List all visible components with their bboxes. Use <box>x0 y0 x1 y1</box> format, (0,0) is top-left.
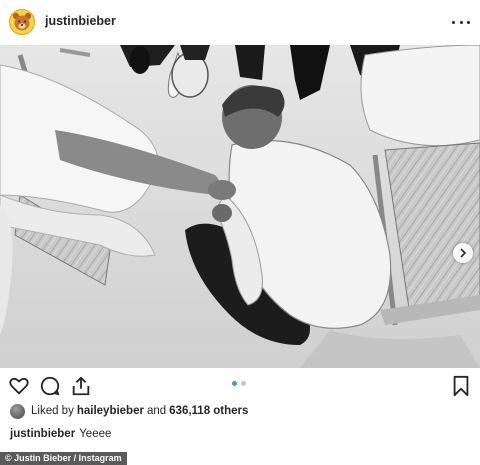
likes-count[interactable]: 636,118 others <box>169 405 248 417</box>
post-photo[interactable] <box>0 45 480 368</box>
caption-text: Yeeee <box>79 428 112 440</box>
heart-icon[interactable] <box>8 375 30 397</box>
likes-connector: and <box>146 405 167 417</box>
likes-line: Liked by haileybieber and 636,118 others <box>10 402 251 420</box>
profile-avatar[interactable] <box>9 9 35 35</box>
post-username[interactable]: justinbieber <box>45 14 116 28</box>
post-caption: justinbieber Yeeee <box>10 428 111 440</box>
chevron-right-icon <box>460 248 467 258</box>
likes-prefix: Liked by <box>31 405 74 417</box>
comment-icon[interactable] <box>39 375 61 397</box>
share-icon[interactable] <box>70 375 92 397</box>
carousel-indicator <box>232 381 246 386</box>
carousel-dot <box>241 381 246 386</box>
liker-username[interactable]: haileybieber <box>77 405 144 417</box>
more-options-icon[interactable] <box>452 12 470 32</box>
action-bar <box>0 370 480 400</box>
photo-illustration <box>0 45 480 368</box>
photo-credit: © Justin Bieber / Instagram <box>0 452 127 465</box>
liker-avatar[interactable] <box>10 403 25 419</box>
carousel-next-button[interactable] <box>453 243 473 263</box>
carousel-dot-active <box>232 381 237 386</box>
post-header: justinbieber <box>0 0 480 44</box>
bear-avatar-icon <box>10 10 34 34</box>
caption-username[interactable]: justinbieber <box>10 428 75 440</box>
bookmark-icon[interactable] <box>451 375 473 397</box>
